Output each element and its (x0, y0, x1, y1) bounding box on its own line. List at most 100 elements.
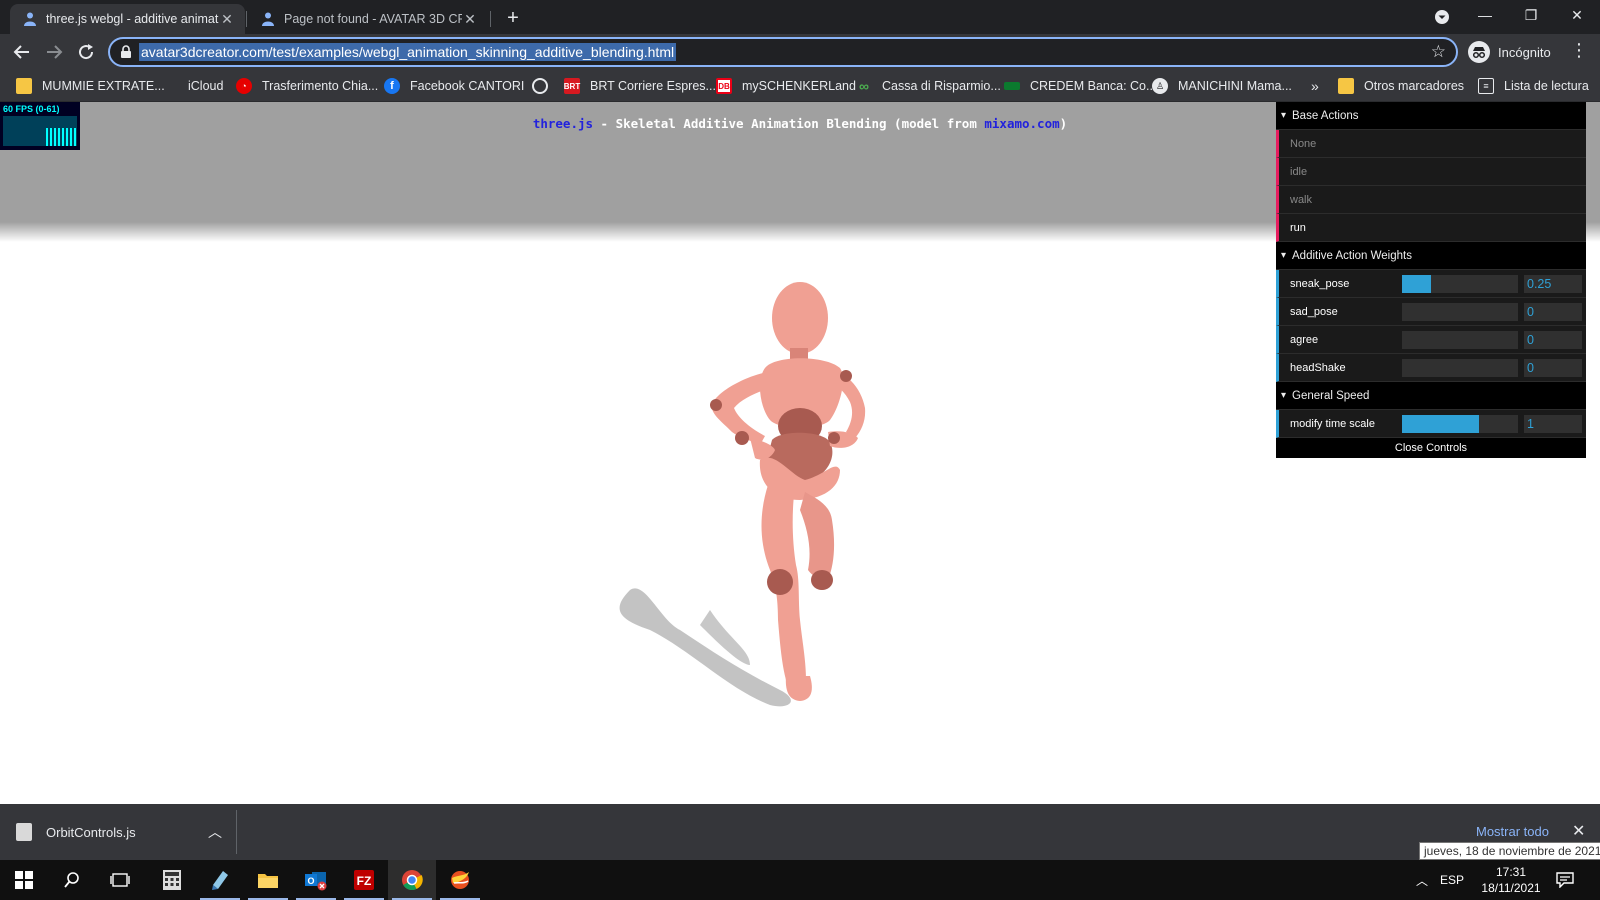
bookmark-manichini[interactable]: ♙ MANICHINI Mama... (1152, 77, 1292, 95)
weight-row-headshake: headShake 0 (1276, 354, 1586, 382)
weight-value-input[interactable]: 0.25 (1524, 275, 1582, 293)
other-bookmarks[interactable]: Otros marcadores (1338, 77, 1464, 95)
weight-value-input[interactable]: 0 (1524, 359, 1582, 377)
weight-value-input[interactable]: 0 (1524, 331, 1582, 349)
taskbar-calculator[interactable] (148, 860, 196, 900)
outlook-icon: O (305, 872, 327, 891)
screen: three.js webgl - additive animation ✕ Pa… (0, 0, 1600, 900)
folder-icon (16, 78, 32, 94)
speed-value-input[interactable]: 1 (1524, 415, 1582, 433)
clock[interactable]: 17:31 18/11/2021 (1476, 864, 1546, 896)
bookmark-schenker[interactable]: DB mySCHENKERLand (716, 77, 856, 95)
tab-search-icon[interactable] (1434, 9, 1450, 25)
taskbar-notepad[interactable] (196, 860, 244, 900)
taskbar-outlook[interactable]: O (292, 860, 340, 900)
weight-value-input[interactable]: 0 (1524, 303, 1582, 321)
folder-general-speed[interactable]: General Speed (1276, 382, 1586, 410)
task-view-button[interactable] (96, 860, 144, 900)
clock-date: 18/11/2021 (1481, 881, 1541, 895)
weight-row-sneak-pose: sneak_pose 0.25 (1276, 270, 1586, 298)
apple-icon (162, 78, 178, 94)
windows-icon (15, 871, 33, 889)
close-window-button[interactable]: ✕ (1554, 0, 1600, 30)
tab-page-not-found[interactable]: Page not found - AVATAR 3D CREATOR ✕ (248, 4, 488, 34)
weight-label: headShake (1290, 362, 1346, 374)
download-separator (236, 810, 237, 854)
url-text[interactable]: avatar3dcreator.com/test/examples/webgl_… (139, 43, 677, 61)
tab-strip: three.js webgl - additive animation ✕ Pa… (0, 0, 1600, 34)
folder-additive-weights[interactable]: Additive Action Weights (1276, 242, 1586, 270)
chevron-up-icon[interactable]: ︿ (208, 822, 222, 842)
threejs-link[interactable]: three.js (533, 116, 593, 131)
folder-icon (1338, 78, 1354, 94)
weight-slider[interactable] (1402, 359, 1518, 377)
tray-overflow-icon[interactable]: ︿ (1416, 860, 1428, 900)
info-text: - Skeletal Additive Animation Blending (… (593, 116, 985, 131)
mixamo-link[interactable]: mixamo.com (984, 116, 1059, 131)
new-tab-button[interactable]: + (500, 6, 526, 32)
tab-close-icon[interactable]: ✕ (219, 11, 235, 28)
webgl-canvas[interactable]: 60 FPS (0-61) three.js - Skeletal Additi… (0, 102, 1600, 804)
input-language[interactable]: ESP (1440, 860, 1464, 900)
bookmark-facebook[interactable]: f Facebook CANTORI (384, 77, 524, 95)
tab-threejs[interactable]: three.js webgl - additive animation ✕ (10, 4, 245, 34)
search-button[interactable] (48, 860, 96, 900)
action-none[interactable]: None (1276, 130, 1586, 158)
incognito-label: Incógnito (1498, 44, 1551, 60)
incognito-indicator[interactable]: Incógnito (1468, 39, 1551, 65)
bookmark-brt[interactable]: BRT BRT Corriere Espres... (564, 77, 716, 95)
action-center-button[interactable] (1556, 860, 1574, 900)
browser-toolbar: avatar3dcreator.com/test/examples/webgl_… (0, 34, 1600, 70)
taskbar-file-explorer[interactable] (244, 860, 292, 900)
lock-icon[interactable] (119, 45, 133, 59)
action-walk[interactable]: walk (1276, 186, 1586, 214)
folder-base-actions[interactable]: Base Actions (1276, 102, 1586, 130)
reading-list-icon: ≡ (1478, 78, 1494, 94)
bookmarks-overflow-button[interactable]: » (1311, 77, 1319, 95)
bookmark-credem[interactable]: CREDEM Banca: Co... (1004, 77, 1156, 95)
arrow-right-icon (47, 45, 63, 59)
app-icon (451, 871, 469, 889)
mannequin-icon: ♙ (1152, 78, 1168, 94)
action-run[interactable]: run (1276, 214, 1586, 242)
taskbar-filezilla[interactable]: FZ (340, 860, 388, 900)
taskbar-chrome[interactable] (388, 860, 436, 900)
action-idle[interactable]: idle (1276, 158, 1586, 186)
fps-label: 60 FPS (0-61) (3, 104, 60, 114)
show-all-downloads-link[interactable]: Mostrar todo (1476, 824, 1549, 839)
bookmark-cassa[interactable]: ∞ Cassa di Risparmio... (856, 77, 1001, 95)
weight-slider[interactable] (1402, 303, 1518, 321)
weight-slider[interactable] (1402, 275, 1518, 293)
download-item[interactable]: OrbitControls.js ︿ (16, 814, 234, 850)
restore-button[interactable]: ❐ (1508, 0, 1554, 30)
address-bar[interactable]: avatar3dcreator.com/test/examples/webgl_… (108, 37, 1458, 67)
start-button[interactable] (0, 860, 48, 900)
reload-icon (79, 44, 94, 60)
minimize-button[interactable]: — (1462, 0, 1508, 30)
arrow-left-icon (13, 45, 29, 59)
close-download-bar-icon[interactable]: ✕ (1572, 821, 1585, 841)
back-button[interactable] (8, 38, 36, 66)
bookmark-label: Cassa di Risparmio... (882, 79, 1001, 93)
taskbar-app[interactable] (436, 860, 484, 900)
brt-icon: BRT (564, 78, 580, 94)
speed-slider[interactable] (1402, 415, 1518, 433)
bookmark-mummie[interactable]: MUMMIE EXTRATE... (16, 77, 165, 95)
bookmark-globe[interactable] (532, 77, 558, 95)
weight-slider[interactable] (1402, 331, 1518, 349)
bookmark-label: Lista de lectura (1504, 79, 1589, 93)
clock-time: 17:31 (1495, 865, 1527, 879)
reload-button[interactable] (72, 38, 100, 66)
close-controls-button[interactable]: Close Controls (1276, 438, 1586, 458)
bookmark-trasferimento[interactable]: ◔ Trasferimento Chia... (236, 77, 378, 95)
slider-fill (1402, 415, 1480, 433)
weight-row-sad-pose: sad_pose 0 (1276, 298, 1586, 326)
bookmark-icloud[interactable]: iCloud (162, 77, 223, 95)
forward-button[interactable] (40, 38, 68, 66)
reading-list[interactable]: ≡ Lista de lectura (1478, 77, 1589, 95)
weight-label: agree (1290, 334, 1319, 346)
browser-menu-icon[interactable]: ⋮ (1570, 40, 1588, 61)
bookmark-star-icon[interactable]: ☆ (1431, 42, 1446, 62)
info-text-end: ) (1059, 116, 1068, 131)
tab-close-icon[interactable]: ✕ (462, 11, 478, 28)
